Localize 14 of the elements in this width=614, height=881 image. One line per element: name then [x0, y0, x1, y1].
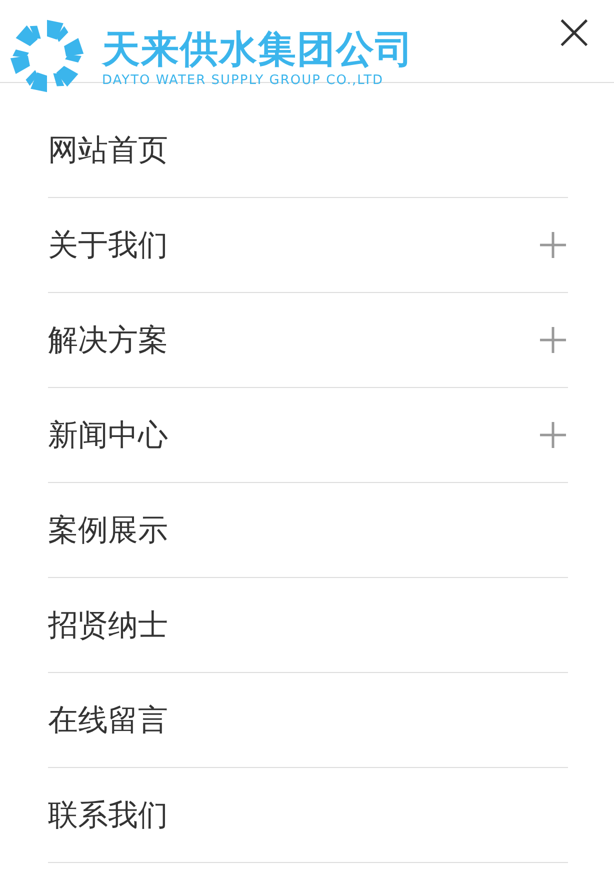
- plus-icon[interactable]: [540, 327, 566, 353]
- plus-icon[interactable]: [540, 232, 566, 258]
- close-button[interactable]: ×: [552, 6, 596, 58]
- menu-item[interactable]: 招贤纳士: [48, 578, 568, 673]
- menu-item[interactable]: 在线留言: [48, 673, 568, 768]
- menu-item[interactable]: 解决方案: [48, 293, 568, 388]
- logo-title: 天来供水集团公司: [102, 26, 414, 72]
- menu-item[interactable]: 新闻中心: [48, 388, 568, 483]
- menu-item[interactable]: 关于我们: [48, 198, 568, 293]
- menu-item[interactable]: 网站首页: [48, 103, 568, 198]
- logo-subtitle: DAYTO WATER SUPPLY GROUP CO.,LTD: [102, 72, 385, 88]
- menu-item[interactable]: 联系我们: [48, 768, 568, 863]
- plus-icon[interactable]: [540, 422, 566, 448]
- menu-item[interactable]: 案例展示: [48, 483, 568, 578]
